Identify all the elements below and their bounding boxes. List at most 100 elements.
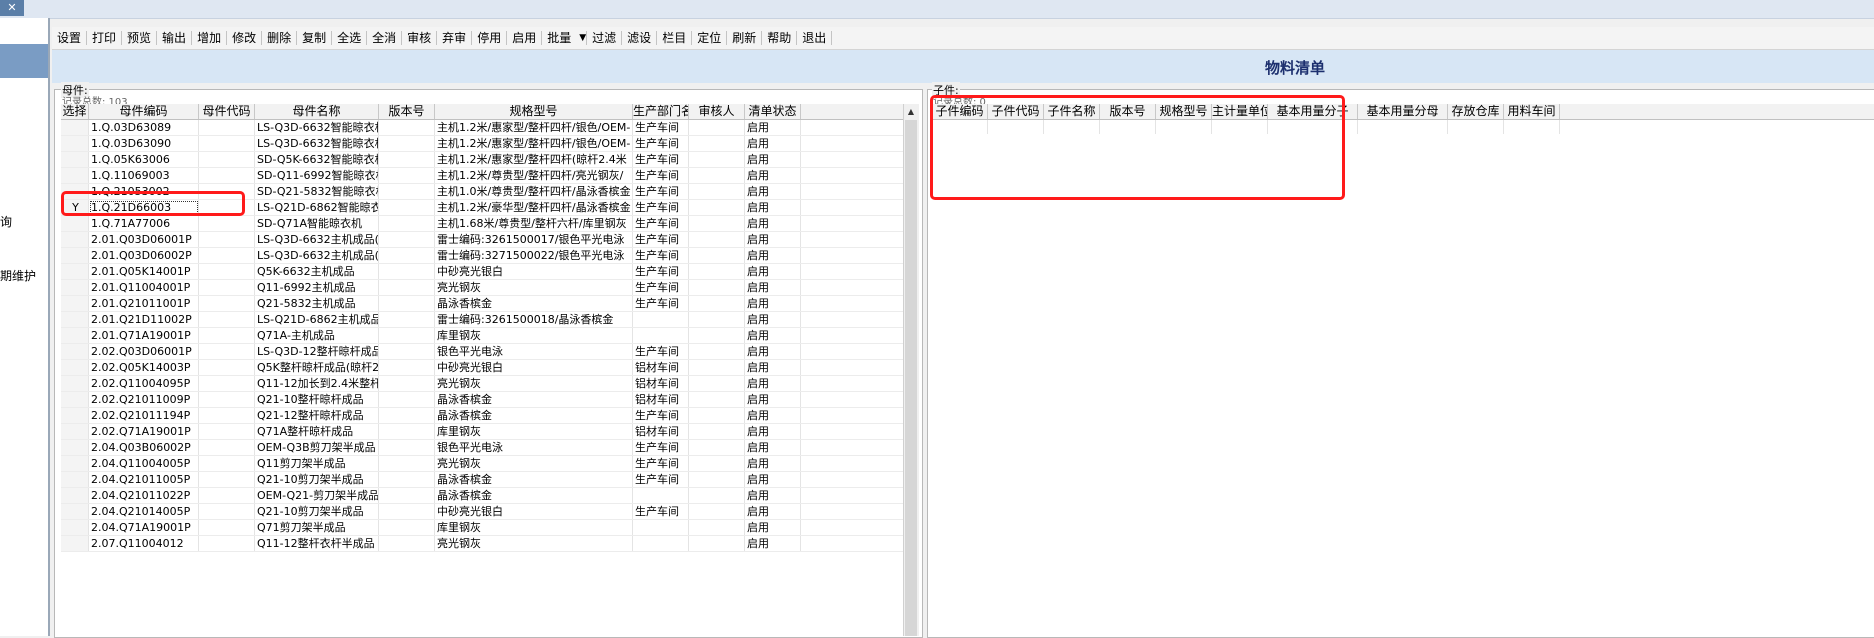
parent-cell[interactable]: 生产车间 bbox=[633, 296, 689, 311]
parent-table-row[interactable]: 2.01.Q03D06001P LS-Q3D-6632主机成品(国 雷士编码:326… bbox=[61, 232, 903, 248]
parent-cell[interactable]: 生产车间 bbox=[633, 136, 689, 151]
parent-cell[interactable]: 2.04.Q21011022P bbox=[89, 488, 199, 503]
scrollbar-thumb[interactable] bbox=[905, 120, 917, 636]
parent-cell[interactable]: 生产车间 bbox=[633, 456, 689, 471]
parent-cell[interactable]: 库里钢灰 bbox=[435, 424, 633, 439]
toolbar-button-16[interactable]: 滤设 bbox=[622, 29, 656, 47]
parent-cell[interactable]: 铝材车间 bbox=[633, 424, 689, 439]
select-cell[interactable] bbox=[61, 296, 89, 311]
toolbar-button-20[interactable]: 帮助 bbox=[762, 29, 796, 47]
parent-cell[interactable]: LS-Q3D-6632智能晾衣机 bbox=[255, 136, 379, 151]
parent-cell[interactable]: 2.02.Q21011194P bbox=[89, 408, 199, 423]
select-cell[interactable] bbox=[61, 152, 89, 167]
select-cell[interactable] bbox=[61, 248, 89, 263]
parent-cell[interactable]: Q11-6992主机成品 bbox=[255, 280, 379, 295]
parent-cell[interactable] bbox=[689, 472, 745, 487]
parent-cell[interactable] bbox=[689, 216, 745, 231]
parent-cell[interactable] bbox=[689, 264, 745, 279]
parent-cell[interactable] bbox=[199, 232, 255, 247]
parent-cell[interactable]: 生产车间 bbox=[633, 152, 689, 167]
parent-cell[interactable] bbox=[689, 120, 745, 135]
child-cell[interactable] bbox=[1358, 120, 1448, 134]
parent-cell[interactable]: 启用 bbox=[745, 264, 801, 279]
parent-cell[interactable] bbox=[379, 200, 435, 215]
parent-cell[interactable]: 晶泳香槟金 bbox=[435, 472, 633, 487]
parent-table-row[interactable]: 2.07.Q11004012 Q11-12整杆衣杆半成品 亮光钢灰 启用 bbox=[61, 536, 903, 552]
parent-table-row[interactable]: 1.Q.11069003 SD-Q11-6992智能晾衣机 主机1.2米/尊贵型/整… bbox=[61, 168, 903, 184]
toolbar-button-10[interactable]: 审核 bbox=[402, 29, 436, 47]
parent-cell[interactable]: 2.02.Q03D06001P bbox=[89, 344, 199, 359]
parent-table-row[interactable]: 2.01.Q21011001P Q21-5832主机成品 晶泳香槟金 生产车间 启用 bbox=[61, 296, 903, 312]
parent-cell[interactable] bbox=[379, 136, 435, 151]
toolbar-button-13[interactable]: 启用 bbox=[507, 29, 541, 47]
parent-table-row[interactable]: 2.04.Q21014005P Q21-10剪刀架半成品 中砂亮光银白 生产车间 启用 bbox=[61, 504, 903, 520]
parent-cell[interactable]: 启用 bbox=[745, 296, 801, 311]
parent-cell[interactable]: 2.01.Q71A19001P bbox=[89, 328, 199, 343]
parent-table-row[interactable]: 2.02.Q21011194P Q21-12整杆晾杆成品 晶泳香槟金 生产车间 启用 bbox=[61, 408, 903, 424]
left-nav-item-query[interactable]: 询 bbox=[0, 213, 48, 230]
parent-table-row[interactable]: 1.Q.03D63090 LS-Q3D-6632智能晾衣机 主机1.2米/惠家型/整… bbox=[61, 136, 903, 152]
select-cell[interactable] bbox=[61, 392, 89, 407]
parent-cell[interactable]: 生产车间 bbox=[633, 472, 689, 487]
parent-cell[interactable]: 铝材车间 bbox=[633, 392, 689, 407]
select-cell[interactable] bbox=[61, 488, 89, 503]
parent-cell[interactable]: 启用 bbox=[745, 520, 801, 535]
parent-cell[interactable] bbox=[633, 328, 689, 343]
parent-cell[interactable] bbox=[379, 280, 435, 295]
parent-cell[interactable] bbox=[199, 216, 255, 231]
select-cell[interactable] bbox=[61, 168, 89, 183]
select-cell[interactable] bbox=[61, 536, 89, 551]
parent-cell[interactable] bbox=[379, 328, 435, 343]
parent-cell[interactable] bbox=[379, 152, 435, 167]
parent-cell[interactable]: 库里钢灰 bbox=[435, 328, 633, 343]
parent-cell[interactable]: 主机1.2米/惠家型/整杆四杆/银色/OEM- bbox=[435, 136, 633, 151]
parent-cell[interactable]: 亮光钢灰 bbox=[435, 280, 633, 295]
parent-cell[interactable] bbox=[199, 408, 255, 423]
parent-cell[interactable] bbox=[689, 424, 745, 439]
select-cell[interactable] bbox=[61, 360, 89, 375]
parent-cell[interactable]: 1.Q.11069003 bbox=[89, 168, 199, 183]
parent-table-row[interactable]: 1.Q.03D63089 LS-Q3D-6632智能晾衣机 主机1.2米/惠家型/整… bbox=[61, 120, 903, 136]
select-cell[interactable] bbox=[61, 312, 89, 327]
parent-cell[interactable]: Q21-10整杆晾杆成品 bbox=[255, 392, 379, 407]
parent-cell[interactable]: 启用 bbox=[745, 280, 801, 295]
toolbar-button-21[interactable]: 退出 bbox=[797, 29, 831, 47]
select-cell[interactable] bbox=[61, 520, 89, 535]
select-cell[interactable] bbox=[61, 376, 89, 391]
parent-cell[interactable]: 生产车间 bbox=[633, 168, 689, 183]
dropdown-caret-icon[interactable]: ▼ bbox=[579, 33, 586, 43]
parent-cell[interactable] bbox=[379, 456, 435, 471]
child-cell[interactable] bbox=[1448, 120, 1504, 134]
parent-cell[interactable]: 启用 bbox=[745, 120, 801, 135]
parent-cell[interactable] bbox=[689, 312, 745, 327]
left-nav-item-maintenance[interactable]: 期维护 bbox=[0, 267, 48, 284]
parent-cell[interactable]: 铝材车间 bbox=[633, 376, 689, 391]
parent-cell[interactable]: 银色平光电泳 bbox=[435, 344, 633, 359]
select-cell[interactable] bbox=[61, 232, 89, 247]
parent-cell[interactable]: 启用 bbox=[745, 408, 801, 423]
parent-cell[interactable] bbox=[689, 136, 745, 151]
parent-cell[interactable] bbox=[199, 520, 255, 535]
parent-cell[interactable] bbox=[379, 360, 435, 375]
select-cell[interactable] bbox=[61, 456, 89, 471]
parent-cell[interactable] bbox=[689, 488, 745, 503]
parent-cell[interactable]: Q21-10剪刀架半成品 bbox=[255, 472, 379, 487]
child-cell[interactable] bbox=[1504, 120, 1560, 134]
parent-cell[interactable] bbox=[633, 520, 689, 535]
parent-cell[interactable]: 启用 bbox=[745, 440, 801, 455]
toolbar-button-18[interactable]: 定位 bbox=[692, 29, 726, 47]
parent-cell[interactable] bbox=[199, 536, 255, 551]
parent-cell[interactable]: LS-Q3D-6632主机成品(国 bbox=[255, 248, 379, 263]
toolbar-button-8[interactable]: 全选 bbox=[332, 29, 366, 47]
parent-cell[interactable] bbox=[379, 344, 435, 359]
parent-cell[interactable]: 2.01.Q03D06001P bbox=[89, 232, 199, 247]
parent-col-header[interactable]: 版本号 bbox=[379, 104, 435, 119]
parent-cell[interactable]: Q21-10剪刀架半成品 bbox=[255, 504, 379, 519]
parent-cell[interactable]: Q11-12整杆衣杆半成品 bbox=[255, 536, 379, 551]
parent-cell[interactable]: 1.Q.03D63089 bbox=[89, 120, 199, 135]
parent-cell[interactable]: 1.Q.05K63006 bbox=[89, 152, 199, 167]
parent-cell[interactable] bbox=[633, 536, 689, 551]
parent-cell[interactable]: 启用 bbox=[745, 152, 801, 167]
toolbar-button-1[interactable]: 打印 bbox=[87, 29, 121, 47]
parent-cell[interactable]: 生产车间 bbox=[633, 280, 689, 295]
